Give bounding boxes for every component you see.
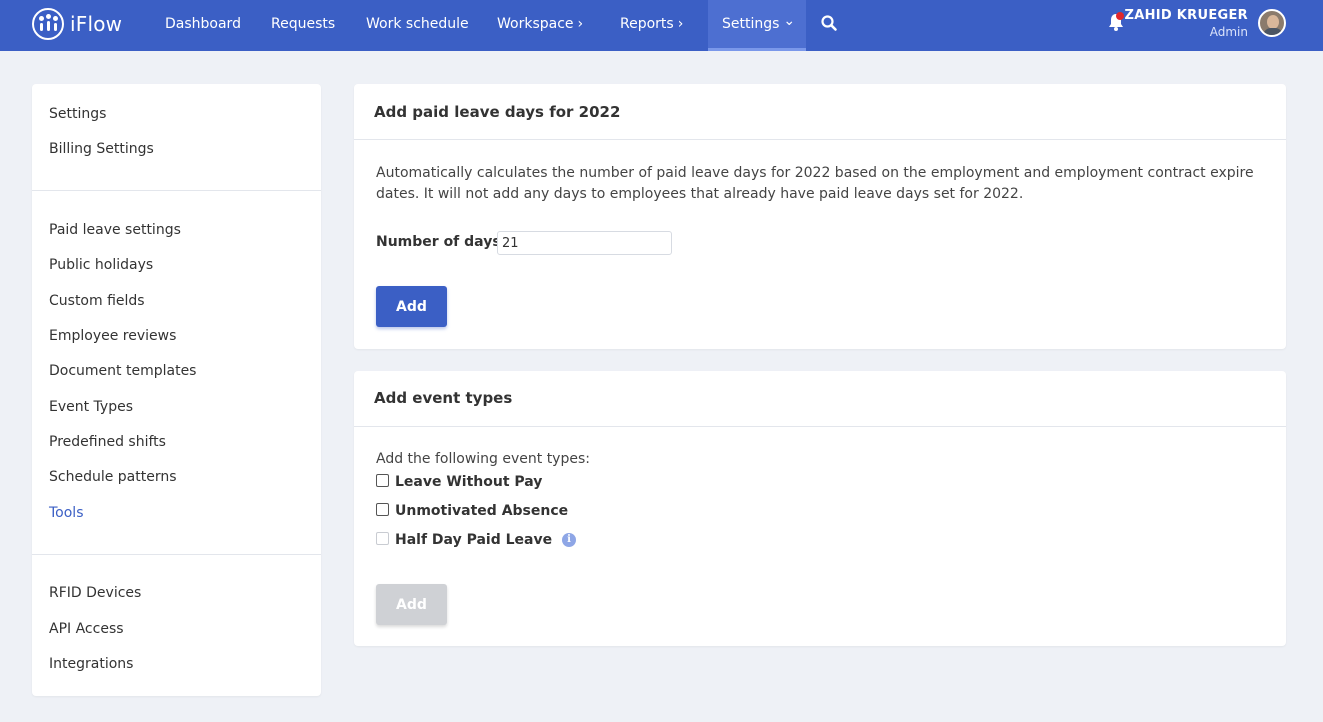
sidebar-item-api-access[interactable]: API Access bbox=[49, 621, 124, 637]
chevron-right-icon: › bbox=[577, 16, 584, 32]
unmotivated-absence-label[interactable]: Unmotivated Absence bbox=[395, 503, 568, 519]
leave-without-pay-checkbox[interactable] bbox=[376, 473, 389, 487]
event-types-card: Add event types Add the following event … bbox=[354, 371, 1286, 646]
event-types-card-title: Add event types bbox=[374, 389, 513, 407]
sidebar-item-schedule-patterns[interactable]: Schedule patterns bbox=[49, 469, 177, 485]
logo-text: iFlow bbox=[70, 12, 123, 36]
avatar-face bbox=[1267, 15, 1279, 29]
avatar[interactable] bbox=[1258, 9, 1286, 37]
search-icon[interactable] bbox=[820, 14, 838, 32]
nav-dashboard[interactable]: Dashboard bbox=[165, 0, 241, 51]
card-divider bbox=[354, 426, 1286, 427]
logo-icon bbox=[32, 8, 64, 40]
chevron-right-icon: › bbox=[677, 16, 684, 32]
sidebar-item-event-types[interactable]: Event Types bbox=[49, 399, 133, 415]
sidebar-divider bbox=[32, 190, 321, 191]
sidebar-item-public-holidays[interactable]: Public holidays bbox=[49, 257, 153, 273]
nav-work-schedule[interactable]: Work schedule bbox=[366, 0, 469, 51]
sidebar-item-predefined-shifts[interactable]: Predefined shifts bbox=[49, 434, 166, 450]
card-divider bbox=[354, 139, 1286, 140]
paid-leave-card-title: Add paid leave days for 2022 bbox=[374, 103, 621, 121]
half-day-paid-leave-label: Half Day Paid Leave bbox=[395, 532, 553, 548]
user-name[interactable]: ZAHID KRUEGER bbox=[1124, 8, 1248, 23]
sidebar-item-employee-reviews[interactable]: Employee reviews bbox=[49, 328, 176, 344]
avatar-body bbox=[1263, 28, 1283, 35]
chevron-down-icon: ⌄ bbox=[783, 13, 796, 29]
sidebar-item-paid-leave-settings[interactable]: Paid leave settings bbox=[49, 222, 181, 238]
add-event-types-button: Add bbox=[376, 584, 447, 625]
sidebar-divider bbox=[32, 554, 321, 555]
sidebar-item-integrations[interactable]: Integrations bbox=[49, 656, 133, 672]
option-half-day-paid-leave: Half Day Paid Leave i bbox=[376, 531, 577, 548]
nav-reports[interactable]: Reports › bbox=[620, 0, 683, 51]
paid-leave-description: Automatically calculates the number of p… bbox=[376, 165, 1254, 202]
sidebar-item-settings[interactable]: Settings bbox=[49, 106, 106, 122]
leave-without-pay-label[interactable]: Leave Without Pay bbox=[395, 474, 542, 490]
user-role: Admin bbox=[1209, 25, 1248, 39]
app-logo[interactable]: iFlow bbox=[32, 8, 122, 40]
option-unmotivated-absence[interactable]: Unmotivated Absence bbox=[376, 502, 568, 519]
paid-leave-card: Add paid leave days for 2022 Automatical… bbox=[354, 84, 1286, 349]
nav-settings[interactable]: Settings ⌄ bbox=[708, 0, 806, 51]
notification-dot bbox=[1116, 12, 1124, 20]
nav-workspace[interactable]: Workspace › bbox=[497, 0, 583, 51]
sidebar-item-tools[interactable]: Tools bbox=[49, 505, 84, 521]
sidebar-item-custom-fields[interactable]: Custom fields bbox=[49, 293, 145, 309]
sidebar-item-billing-settings[interactable]: Billing Settings bbox=[49, 141, 154, 157]
sidebar-item-document-templates[interactable]: Document templates bbox=[49, 363, 196, 379]
nav-requests-label: Requests bbox=[271, 16, 336, 32]
nav-requests[interactable]: Requests bbox=[271, 0, 335, 51]
event-types-intro: Add the following event types: bbox=[376, 451, 590, 467]
number-of-days-label: Number of days: bbox=[376, 234, 507, 250]
unmotivated-absence-checkbox[interactable] bbox=[376, 502, 389, 516]
top-navigation-bar: iFlow Dashboard Requests Work schedule W… bbox=[0, 0, 1323, 51]
nav-dashboard-label: Dashboard bbox=[165, 16, 241, 32]
nav-workspace-label: Workspace bbox=[497, 16, 574, 32]
half-day-paid-leave-checkbox bbox=[376, 531, 389, 545]
option-leave-without-pay[interactable]: Leave Without Pay bbox=[376, 473, 542, 490]
nav-reports-label: Reports bbox=[620, 16, 674, 32]
number-of-days-input[interactable] bbox=[497, 231, 672, 255]
settings-sidebar: Settings Billing Settings Paid leave set… bbox=[32, 84, 321, 696]
nav-work-schedule-label: Work schedule bbox=[366, 16, 469, 32]
add-paid-leave-button[interactable]: Add bbox=[376, 286, 447, 327]
sidebar-item-rfid-devices[interactable]: RFID Devices bbox=[49, 585, 141, 601]
info-icon[interactable]: i bbox=[562, 533, 577, 547]
nav-settings-label: Settings bbox=[722, 16, 780, 32]
